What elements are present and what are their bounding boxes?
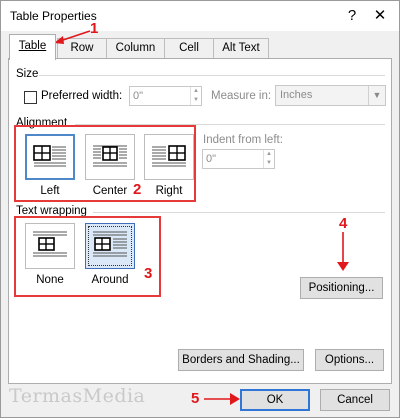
annotation-arrow-5-icon	[204, 393, 240, 405]
tab-cell[interactable]: Cell	[164, 38, 214, 58]
measure-in-label: Measure in:	[211, 90, 272, 102]
measure-in-value: Inches	[280, 89, 313, 101]
preferred-width-input[interactable]: 0" ▲ ▼	[129, 86, 202, 106]
measure-in-select[interactable]: Inches ▼	[275, 85, 386, 106]
options-button[interactable]: Options...	[315, 349, 384, 371]
indent-from-left-input[interactable]: 0" ▲ ▼	[202, 149, 275, 169]
annotation-4: 4	[339, 215, 348, 232]
size-heading: Size	[16, 68, 39, 80]
indent-from-left-label: Indent from left:	[203, 134, 283, 146]
preferred-width-checkbox[interactable]	[24, 91, 37, 104]
tab-column[interactable]: Column	[106, 38, 165, 58]
annotation-3: 3	[144, 265, 153, 282]
tab-alt-text[interactable]: Alt Text	[213, 38, 269, 58]
text-wrapping-divider	[93, 212, 385, 213]
text-wrapping-highlight-box	[14, 216, 161, 297]
chevron-down-icon: ▼	[368, 86, 385, 105]
annotation-arrow-4-icon	[337, 232, 349, 271]
alignment-highlight-box	[14, 125, 196, 202]
borders-and-shading-button[interactable]: Borders and Shading...	[178, 349, 304, 371]
tab-table[interactable]: Table	[9, 34, 56, 60]
tab-label: Table	[18, 40, 47, 52]
positioning-button[interactable]: Positioning...	[300, 277, 383, 299]
help-button[interactable]: ?	[339, 5, 365, 27]
spin-arrows-icon[interactable]: ▲ ▼	[190, 87, 201, 105]
annotation-2: 2	[133, 181, 142, 198]
dialog-title: Table Properties	[10, 9, 97, 23]
close-button[interactable]: ✕	[367, 5, 393, 27]
size-divider	[39, 75, 385, 76]
ok-button[interactable]: OK	[240, 389, 310, 411]
watermark: TermasMedia	[9, 385, 146, 407]
preferred-width-label: Preferred width:	[41, 90, 123, 102]
annotation-arrow-1-icon	[54, 30, 91, 44]
preferred-width-value: 0"	[133, 90, 144, 102]
cancel-button[interactable]: Cancel	[320, 389, 390, 411]
indent-value: 0"	[206, 153, 217, 165]
spin-arrows-icon[interactable]: ▲ ▼	[263, 150, 274, 168]
table-properties-dialog: Table Properties ? ✕ Table Row Column Ce…	[0, 0, 400, 418]
annotation-5: 5	[191, 390, 200, 407]
